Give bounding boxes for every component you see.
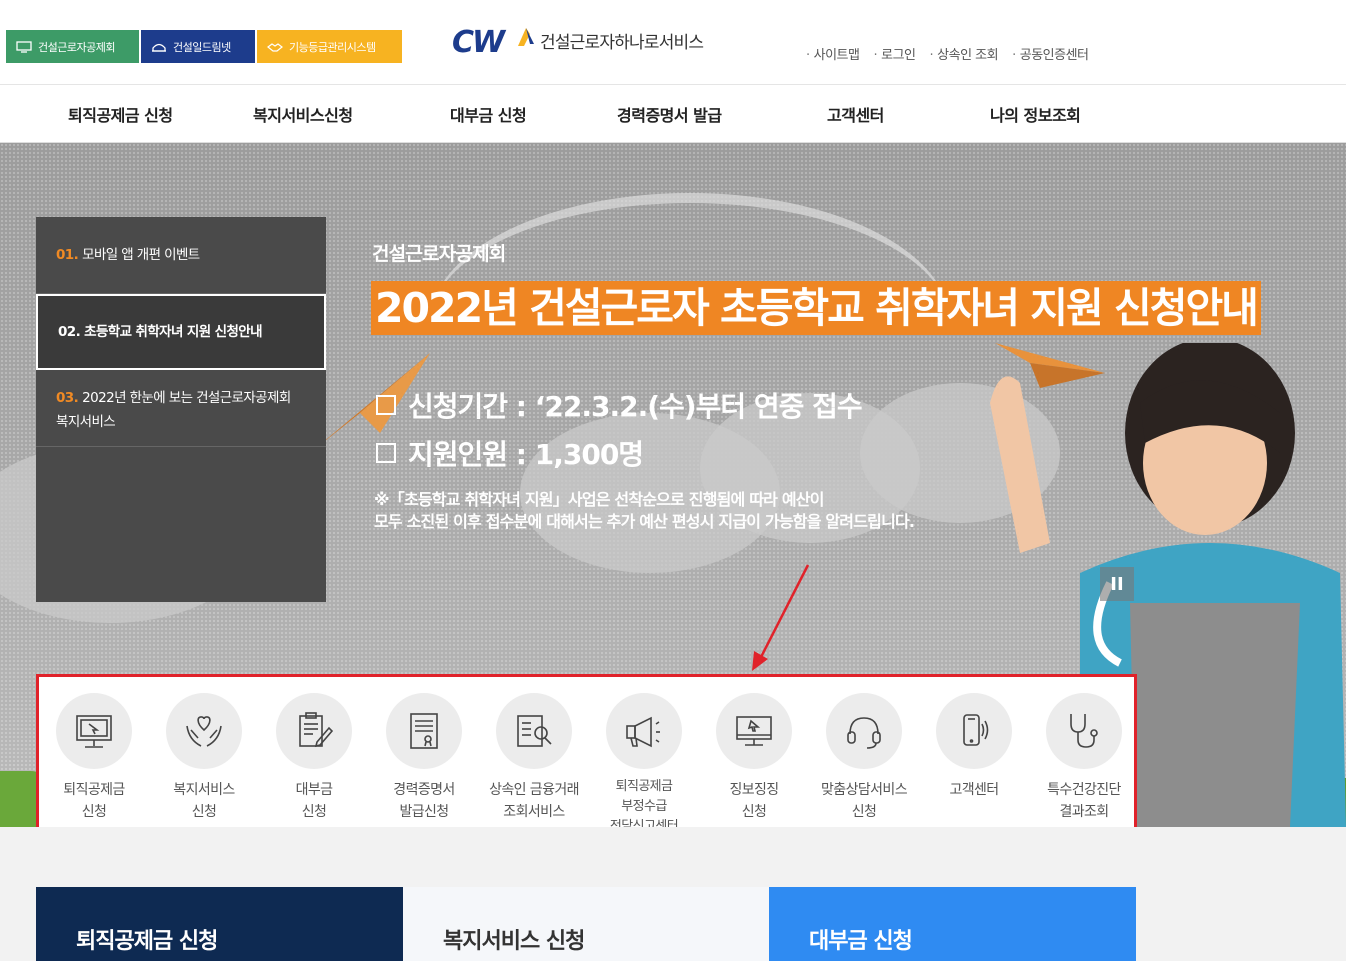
quick-icon-circle <box>936 693 1012 769</box>
stethoscope-icon <box>1070 714 1098 748</box>
slide-item-1[interactable]: 01. 모바일 앱 개편 이벤트 <box>36 243 326 267</box>
hero-count-line: 지원인원 : 1,300명 <box>376 433 644 473</box>
certificate-center-link[interactable]: 공동인증센터 <box>1012 44 1089 63</box>
slide-item-2[interactable]: 02. 초등학교 취학자녀 지원 신청안내 <box>36 294 326 370</box>
slide-title: 초등학교 취학자녀 지원 신청안내 <box>84 324 262 340</box>
hardhat-icon <box>152 43 166 52</box>
quick-icon-circle <box>276 693 352 769</box>
nav-my-info[interactable]: 나의 정보조회 <box>990 102 1081 126</box>
red-arrow-annotation <box>752 564 810 671</box>
quick-customer-center[interactable]: 고객센터 <box>919 693 1029 801</box>
nav-retirement-claim[interactable]: 퇴직공제금 신청 <box>68 102 173 126</box>
phone-icon <box>963 714 989 746</box>
card-retirement-claim[interactable]: 퇴직공제금 신청 <box>36 887 403 961</box>
headset-icon <box>847 717 881 749</box>
slide-number: 01. <box>56 247 79 263</box>
nav-loan[interactable]: 대부금 신청 <box>450 102 527 126</box>
quick-heir-finance-lookup[interactable]: 상속인 금융거래 조회서비스 <box>479 693 589 823</box>
hero-note-line: ※「초등학교 취학자녀 지원」사업은 선착순으로 진행됨에 따라 예산이 <box>374 490 824 509</box>
card-welfare-service[interactable]: 복지서비스 신청 <box>403 887 769 961</box>
login-link[interactable]: 로그인 <box>873 44 916 63</box>
family-tab-label: 기능등급관리시스템 <box>289 40 376 54</box>
quick-label: 복지서비스 신청 <box>173 782 235 820</box>
quick-health-checkup[interactable]: 특수건강진단 결과조회 <box>1029 693 1139 823</box>
slide-title: 모바일 앱 개편 이벤트 <box>82 247 200 263</box>
quick-label: 경력증명서 발급신청 <box>393 782 455 820</box>
hero-period-line: 신청기간 : ‘22.3.2.(수)부터 연중 접수 <box>376 385 863 425</box>
heir-lookup-link[interactable]: 상속인 조회 <box>930 44 998 63</box>
quick-menu: 퇴직공제금 신청 복지서비스 신청 대부금 신청 경력증명서 발급신청 상속인 금융거래… <box>36 674 1137 844</box>
top-header: 건설근로자공제회 건설일드림넷 기능등급관리시스템 CW 건설근로자하나로서비스… <box>0 0 1346 85</box>
hero-subtitle: 건설근로자공제회 <box>372 243 506 265</box>
quick-welfare-service[interactable]: 복지서비스 신청 <box>149 693 259 823</box>
quick-icon-circle <box>606 693 682 769</box>
divider <box>36 446 326 447</box>
slider-pause-button[interactable]: II <box>1100 567 1134 601</box>
quick-loan[interactable]: 대부금 신청 <box>259 693 369 823</box>
utility-links: 사이트맵 로그인 상속인 조회 공동인증센터 <box>806 44 1103 63</box>
quick-label: 징보징징 신청 <box>729 782 779 820</box>
family-tab-label: 건설근로자공제회 <box>38 40 115 54</box>
family-site-tabs: 건설근로자공제회 건설일드림넷 기능등급관리시스템 <box>6 30 404 63</box>
quick-label: 대부금 신청 <box>295 782 333 820</box>
hero-period-text: 신청기간 : ‘22.3.2.(수)부터 연중 접수 <box>408 390 863 423</box>
monitor-icon <box>16 40 32 53</box>
quick-info-request[interactable]: 징보징징 신청 <box>699 693 809 823</box>
hero-note-line: 모두 소진된 이후 접수분에 대해서는 추가 예산 편성시 지급이 가능함을 알… <box>374 512 915 531</box>
slide-title: 2022년 한눈에 보는 건설근로자공제회 복지서비스 <box>56 390 291 430</box>
quick-icon-circle <box>1046 693 1122 769</box>
quick-career-certificate[interactable]: 경력증명서 발급신청 <box>369 693 479 823</box>
family-tab-dreamnet[interactable]: 건설일드림넷 <box>141 30 255 63</box>
megaphone-icon <box>626 716 660 748</box>
hero-count-text: 지원인원 : 1,300명 <box>408 438 644 471</box>
computer-cursor-icon <box>736 716 772 746</box>
quick-label: 상속인 금융거래 조회서비스 <box>489 782 579 820</box>
certificate-icon <box>410 713 438 749</box>
quick-retirement-claim[interactable]: 퇴직공제금 신청 <box>39 693 149 823</box>
heart-hands-icon <box>186 716 222 747</box>
quick-fraud-report-center[interactable]: 퇴직공제금부정수급전담신고센터 <box>589 693 699 837</box>
quick-consulting-service[interactable]: 맞춤상담서비스 신청 <box>809 693 919 823</box>
quick-label: 특수건강진단 결과조회 <box>1047 782 1121 820</box>
quick-icon-circle <box>826 693 902 769</box>
slide-list: 01. 모바일 앱 개편 이벤트 02. 초등학교 취학자녀 지원 신청안내 03.… <box>36 217 326 602</box>
document-pen-icon <box>299 712 334 748</box>
family-tab-skill-grade[interactable]: 기능등급관리시스템 <box>257 30 402 63</box>
svg-text:CW: CW <box>452 25 507 56</box>
card-loan[interactable]: 대부금 신청 <box>769 887 1136 961</box>
slide-number: 03. <box>56 390 79 406</box>
nav-career-certificate[interactable]: 경력증명서 발급 <box>617 102 722 126</box>
sitemap-link[interactable]: 사이트맵 <box>806 44 860 63</box>
hero-note: ※「초등학교 취학자녀 지원」사업은 선착순으로 진행됨에 따라 예산이 모두 … <box>374 489 915 533</box>
quick-label: 퇴직공제금 신청 <box>63 782 125 820</box>
cw-logo-icon: CW <box>452 25 534 56</box>
checkbox-square-icon <box>376 395 396 415</box>
handshake-icon <box>267 42 283 52</box>
family-tab-cw[interactable]: 건설근로자공제회 <box>6 30 139 63</box>
quick-icon-circle <box>716 693 792 769</box>
quick-icon-circle <box>386 693 462 769</box>
site-logo[interactable]: CW 건설근로자하나로서비스 <box>452 24 704 56</box>
monitor-icon <box>76 715 112 748</box>
slide-number: 02. <box>58 324 81 340</box>
hero-title: 2022년 건설근로자 초등학교 취학자녀 지원 신청안내 <box>371 281 1261 335</box>
quick-icon-circle <box>166 693 242 769</box>
quick-icon-circle <box>496 693 572 769</box>
logo-text: 건설근로자하나로서비스 <box>540 32 704 53</box>
quick-label: 고객센터 <box>949 782 999 798</box>
nav-welfare-service[interactable]: 복지서비스신청 <box>253 102 353 126</box>
slide-item-3[interactable]: 03. 2022년 한눈에 보는 건설근로자공제회 복지서비스 <box>36 386 326 434</box>
main-navigation: 퇴직공제금 신청 복지서비스신청 대부금 신청 경력증명서 발급 고객센터 나의… <box>0 85 1346 143</box>
quick-label: 맞춤상담서비스 신청 <box>821 782 908 820</box>
family-tab-label: 건설일드림넷 <box>173 40 231 54</box>
checkbox-square-icon <box>376 443 396 463</box>
quick-icon-circle <box>56 693 132 769</box>
document-search-icon <box>517 715 552 747</box>
nav-customer-center[interactable]: 고객센터 <box>827 102 884 126</box>
